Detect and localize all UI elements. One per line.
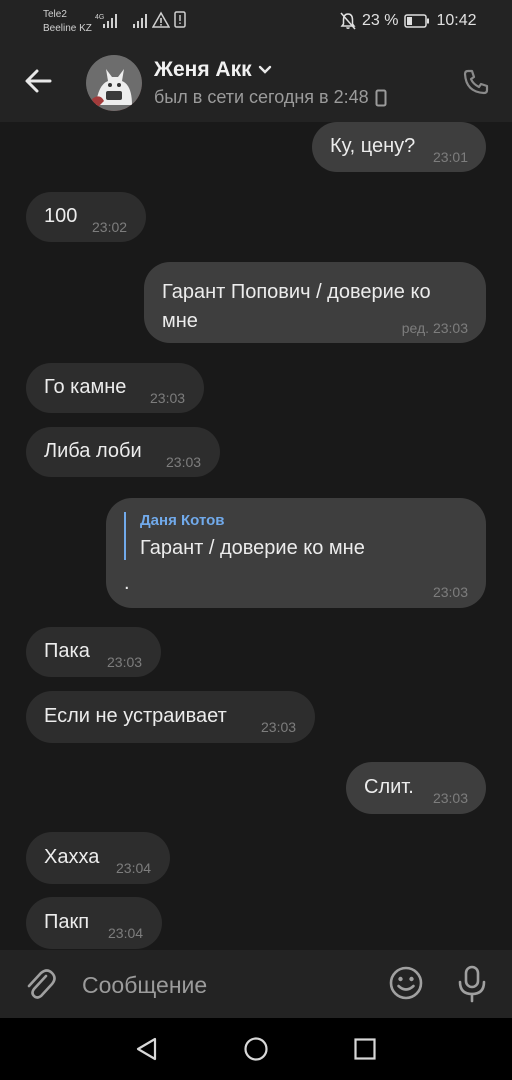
network-tag: 4G: [95, 14, 104, 21]
nav-home-icon[interactable]: [243, 1036, 269, 1062]
message-bubble-outgoing-reply[interactable]: Даня Котов Гарант / доверие ко мне . 23:…: [106, 498, 486, 608]
message-text: Слит.: [364, 776, 414, 798]
smile-icon[interactable]: [388, 965, 424, 1001]
carrier-2: Beeline KZ: [43, 23, 92, 34]
message-bubble-outgoing[interactable]: Ку, цену? 23:01: [312, 122, 486, 172]
message-composer: [0, 950, 512, 1018]
message-bubble-incoming[interactable]: Хахха 23:04: [26, 832, 170, 884]
clock: 10:42: [436, 12, 477, 29]
system-nav-bar: [0, 1018, 512, 1080]
message-text: Пакп: [44, 911, 90, 933]
message-time: 23:04: [116, 860, 152, 876]
message-text: Го камне: [44, 376, 127, 398]
message-time: 23:03: [432, 790, 468, 806]
message-bubble-incoming[interactable]: Пакп 23:04: [26, 897, 162, 949]
message-bubble-incoming[interactable]: 100 23:02: [26, 192, 146, 242]
message-time: 23:01: [432, 149, 468, 165]
last-seen-text: был в сети сегодня в 2:48: [154, 87, 369, 107]
sim-alert-icon: [174, 11, 186, 28]
message-time: 23:03: [166, 454, 202, 470]
mute-bell-icon: [340, 12, 356, 30]
message-text: .: [124, 572, 130, 594]
arrow-left-icon[interactable]: [22, 64, 56, 98]
message-text: Либа лоби: [44, 440, 142, 462]
message-text-line: мне: [162, 310, 198, 332]
message-time: 23:04: [108, 925, 144, 941]
phone-icon[interactable]: [462, 68, 490, 96]
reply-quote[interactable]: Даня Котов Гарант / доверие ко мне: [124, 512, 365, 560]
signal-icon-sim1: 4G: [95, 14, 117, 28]
message-time: 23:03: [261, 719, 297, 735]
message-time: 23:03: [150, 390, 186, 406]
contact-name[interactable]: Женя Акк: [154, 58, 272, 82]
paperclip-icon[interactable]: [24, 966, 56, 1002]
message-list[interactable]: Ку, цену? 23:01 100 23:02 Гарант Попович…: [0, 122, 512, 950]
message-text-line: Гарант Попович / доверие ко: [162, 281, 431, 303]
battery-icon: [404, 14, 430, 28]
avatar-image: [86, 55, 142, 111]
warning-icon: [152, 11, 170, 28]
chat-header: Женя Акк был в сети сегодня в 2:48: [0, 42, 512, 122]
message-time: 23:02: [92, 219, 128, 235]
reply-text: Гарант / доверие ко мне: [140, 537, 365, 559]
message-text: Если не устраивает: [44, 705, 227, 727]
microphone-icon[interactable]: [457, 964, 487, 1004]
message-bubble-incoming[interactable]: Го камне 23:03: [26, 363, 204, 413]
message-bubble-incoming[interactable]: Пака 23:03: [26, 627, 161, 677]
message-text: 100: [44, 205, 78, 227]
message-time: 23:03: [432, 584, 468, 600]
battery-percent: 23 %: [362, 12, 399, 29]
contact-name-text: Женя Акк: [154, 58, 252, 81]
message-text: Ку, цену?: [330, 135, 416, 157]
message-text: Гарант Попович / доверие ко мне: [162, 278, 431, 336]
nav-back-icon[interactable]: [134, 1036, 160, 1062]
last-seen: был в сети сегодня в 2:48: [154, 87, 387, 108]
signal-icon-sim2: [133, 14, 147, 28]
nav-recents-icon[interactable]: [352, 1036, 378, 1062]
message-bubble-outgoing[interactable]: Слит. 23:03: [346, 762, 486, 814]
message-input[interactable]: [80, 964, 374, 1006]
chevron-down-icon: [258, 65, 271, 74]
mobile-device-icon: [375, 89, 387, 106]
message-bubble-outgoing[interactable]: Гарант Попович / доверие ко мне ред. 23:…: [144, 262, 486, 343]
message-bubble-incoming[interactable]: Либа лоби 23:03: [26, 427, 220, 477]
message-time-edited: ред. 23:03: [401, 320, 468, 336]
status-bar: Tele2 Beeline KZ 4G 23 % 10:42: [0, 0, 512, 42]
carrier-1: Tele2: [43, 9, 67, 20]
message-text: Пака: [44, 640, 90, 662]
message-time: 23:03: [107, 654, 143, 670]
message-bubble-incoming[interactable]: Если не устраивает 23:03: [26, 691, 315, 743]
reply-author: Даня Котов: [140, 512, 225, 529]
message-text: Хахха: [44, 846, 100, 868]
avatar[interactable]: [86, 55, 142, 111]
